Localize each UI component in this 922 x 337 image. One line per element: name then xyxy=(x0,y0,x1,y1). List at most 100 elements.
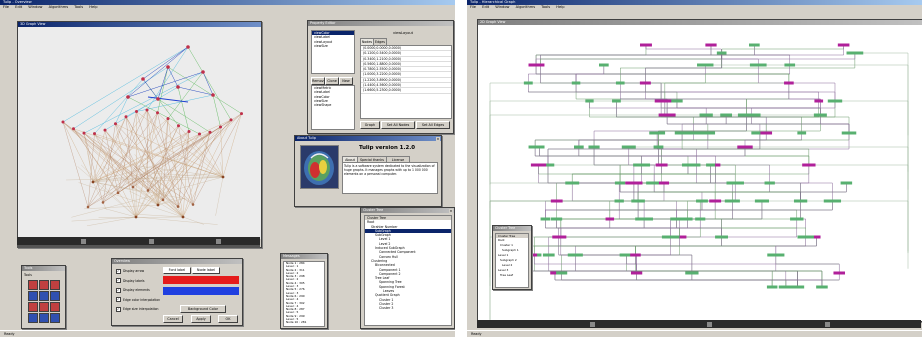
close-icon[interactable]: × xyxy=(449,208,453,213)
graph-edge xyxy=(215,176,224,216)
tool-button[interactable] xyxy=(39,291,49,301)
graph-node xyxy=(176,85,180,89)
clone-button[interactable]: Clone xyxy=(325,77,339,85)
graph-node xyxy=(588,145,600,149)
menu-tools[interactable]: Tools xyxy=(541,5,550,9)
overview-option[interactable]: ✓ Edge color interpolation xyxy=(116,296,162,306)
3d-graph-canvas[interactable] xyxy=(18,27,261,239)
graph-node xyxy=(766,285,778,289)
tool-button[interactable] xyxy=(50,280,60,290)
3d-view-scrollbar[interactable] xyxy=(17,245,260,248)
tool-button[interactable] xyxy=(50,302,60,312)
menu-tools[interactable]: Tools xyxy=(74,5,83,9)
graph-edge xyxy=(104,130,164,200)
menu-window[interactable]: Window xyxy=(495,5,509,9)
list-item[interactable]: viewShape xyxy=(312,103,354,107)
graph-edge xyxy=(71,176,224,218)
mini-cluster-tree-window[interactable]: Cluster Tree Cluster Tree Root Cluster 1 Su… xyxy=(492,225,532,290)
graph-edge xyxy=(645,53,723,83)
messages-list: Node 1 : 284 Level : 1 Node 2 : 311 Level :… xyxy=(283,261,325,327)
menu-help[interactable]: Help xyxy=(89,5,97,9)
font-label-dropdown[interactable]: Font label xyxy=(163,267,191,274)
tool-button[interactable] xyxy=(28,302,38,312)
background-color-button[interactable]: Background Color xyxy=(180,305,226,313)
property-row[interactable]: (1.6600,5.2300,0.0000) xyxy=(361,88,451,94)
menu-edit[interactable]: Edit xyxy=(482,5,489,9)
menu-file[interactable]: File xyxy=(3,5,9,9)
menu-algorithms[interactable]: Algorithms xyxy=(49,5,68,9)
remove-button[interactable]: Remove xyxy=(311,77,325,85)
close-icon[interactable]: × xyxy=(436,136,440,141)
3d-graph-window[interactable]: 3D Graph View xyxy=(17,21,262,248)
set-all-nodes-button[interactable]: Set All Nodes xyxy=(381,121,415,129)
menu-help[interactable]: Help xyxy=(556,5,564,9)
graph-node xyxy=(612,99,621,103)
edge-color-blue-bar[interactable] xyxy=(163,287,239,295)
2d-graph-window[interactable]: 2D Graph View xyxy=(477,19,922,322)
ok-button[interactable]: OK xyxy=(218,315,238,323)
overview-option[interactable]: ✓ Edge size interpolation xyxy=(116,305,162,315)
set-all-edges-button[interactable]: Set All Edges xyxy=(416,121,450,129)
graph-node xyxy=(176,205,180,208)
view-button-3[interactable] xyxy=(825,321,830,327)
property-table[interactable]: (0.0000,0.0000,0.0000) (0.1200,0.5400,0.0… xyxy=(360,45,452,119)
graph-button[interactable]: Graph xyxy=(360,121,380,129)
graph-node xyxy=(201,70,205,74)
graph-node xyxy=(649,131,666,135)
overview-option[interactable]: ✓ Display labels xyxy=(116,277,162,287)
tab-nodes[interactable]: Nodes xyxy=(360,38,374,45)
menu-algorithms[interactable]: Algorithms xyxy=(516,5,535,9)
view-button-2[interactable] xyxy=(707,321,712,327)
graph-node xyxy=(657,99,673,103)
cluster-tree-title-text: Cluster Tree xyxy=(363,208,384,212)
menu-window[interactable]: Window xyxy=(28,5,42,9)
view-button-1[interactable] xyxy=(590,321,595,327)
property-editor-window[interactable]: Property Editor viewColor viewLabel view… xyxy=(307,20,454,134)
graph-node xyxy=(726,181,744,185)
cluster-tree-list[interactable]: Cluster Tree Root Strahler Number SubGraph S… xyxy=(364,215,452,326)
overview-options: ✓ Display arrow ✓ Display labels ✓ Display el… xyxy=(116,267,162,315)
checkbox[interactable]: ✓ xyxy=(116,297,121,302)
mini-cluster-tree-list[interactable]: Cluster Tree Root Cluster 1 Subgraph 1 Level… xyxy=(495,233,529,288)
graph-edge xyxy=(801,101,820,133)
property-list[interactable]: viewColor viewLabel viewLayout viewSize xyxy=(311,30,355,74)
tool-button[interactable] xyxy=(28,313,38,323)
tab-edges[interactable]: Edges xyxy=(373,38,387,45)
property-lower-list[interactable]: viewMetric viewLabel viewColor viewSize … xyxy=(311,85,355,130)
overview-option[interactable]: ✓ Display arrow xyxy=(116,267,162,277)
tool-button[interactable] xyxy=(39,302,49,312)
graph-node xyxy=(187,130,191,134)
checkbox[interactable]: ✓ xyxy=(116,278,121,283)
view-button-2[interactable] xyxy=(149,238,154,244)
mini-tree-item[interactable]: Tree Leaf xyxy=(496,273,528,278)
tool-button[interactable] xyxy=(39,280,49,290)
node-label-dropdown[interactable]: Node label xyxy=(192,267,220,274)
about-window[interactable]: About Tulip × Tulip version 1.2.0 About S… xyxy=(294,135,442,207)
checkbox[interactable]: ✓ xyxy=(116,306,121,312)
cluster-tree-item[interactable]: Cluster 3 xyxy=(365,306,451,310)
tool-button[interactable] xyxy=(50,313,60,323)
view-button-3[interactable] xyxy=(216,238,221,244)
view-button-1[interactable] xyxy=(81,238,86,244)
tools-window[interactable]: Tools Tools xyxy=(21,265,66,329)
tool-button[interactable] xyxy=(28,280,38,290)
tool-button[interactable] xyxy=(39,313,49,323)
checkbox[interactable]: ✓ xyxy=(116,268,121,274)
edge-color-red-bar[interactable] xyxy=(163,276,239,284)
checkbox[interactable]: ✓ xyxy=(116,287,121,293)
property-item[interactable]: viewSize xyxy=(312,44,354,48)
graph-node xyxy=(816,285,828,289)
graph-node xyxy=(542,253,555,257)
menu-edit[interactable]: Edit xyxy=(15,5,22,9)
2d-graph-canvas[interactable] xyxy=(478,25,922,321)
cluster-tree-window[interactable]: Cluster Tree × Cluster Tree Root Strahler N… xyxy=(360,207,455,329)
apply-button[interactable]: Apply xyxy=(191,315,211,323)
overview-settings-window[interactable]: Overview ✓ Display arrow ✓ Display labels ✓ D… xyxy=(111,258,243,326)
messages-window[interactable]: Messages Node 1 : 284 Level : 1 Node 2 : 3… xyxy=(280,253,328,329)
overview-option[interactable]: ✓ Display elements xyxy=(116,286,162,296)
tool-button[interactable] xyxy=(28,291,38,301)
new-button[interactable]: New xyxy=(339,77,353,85)
tool-button[interactable] xyxy=(50,291,60,301)
cancel-button[interactable]: Cancel xyxy=(163,315,183,323)
menu-file[interactable]: File xyxy=(470,5,476,9)
